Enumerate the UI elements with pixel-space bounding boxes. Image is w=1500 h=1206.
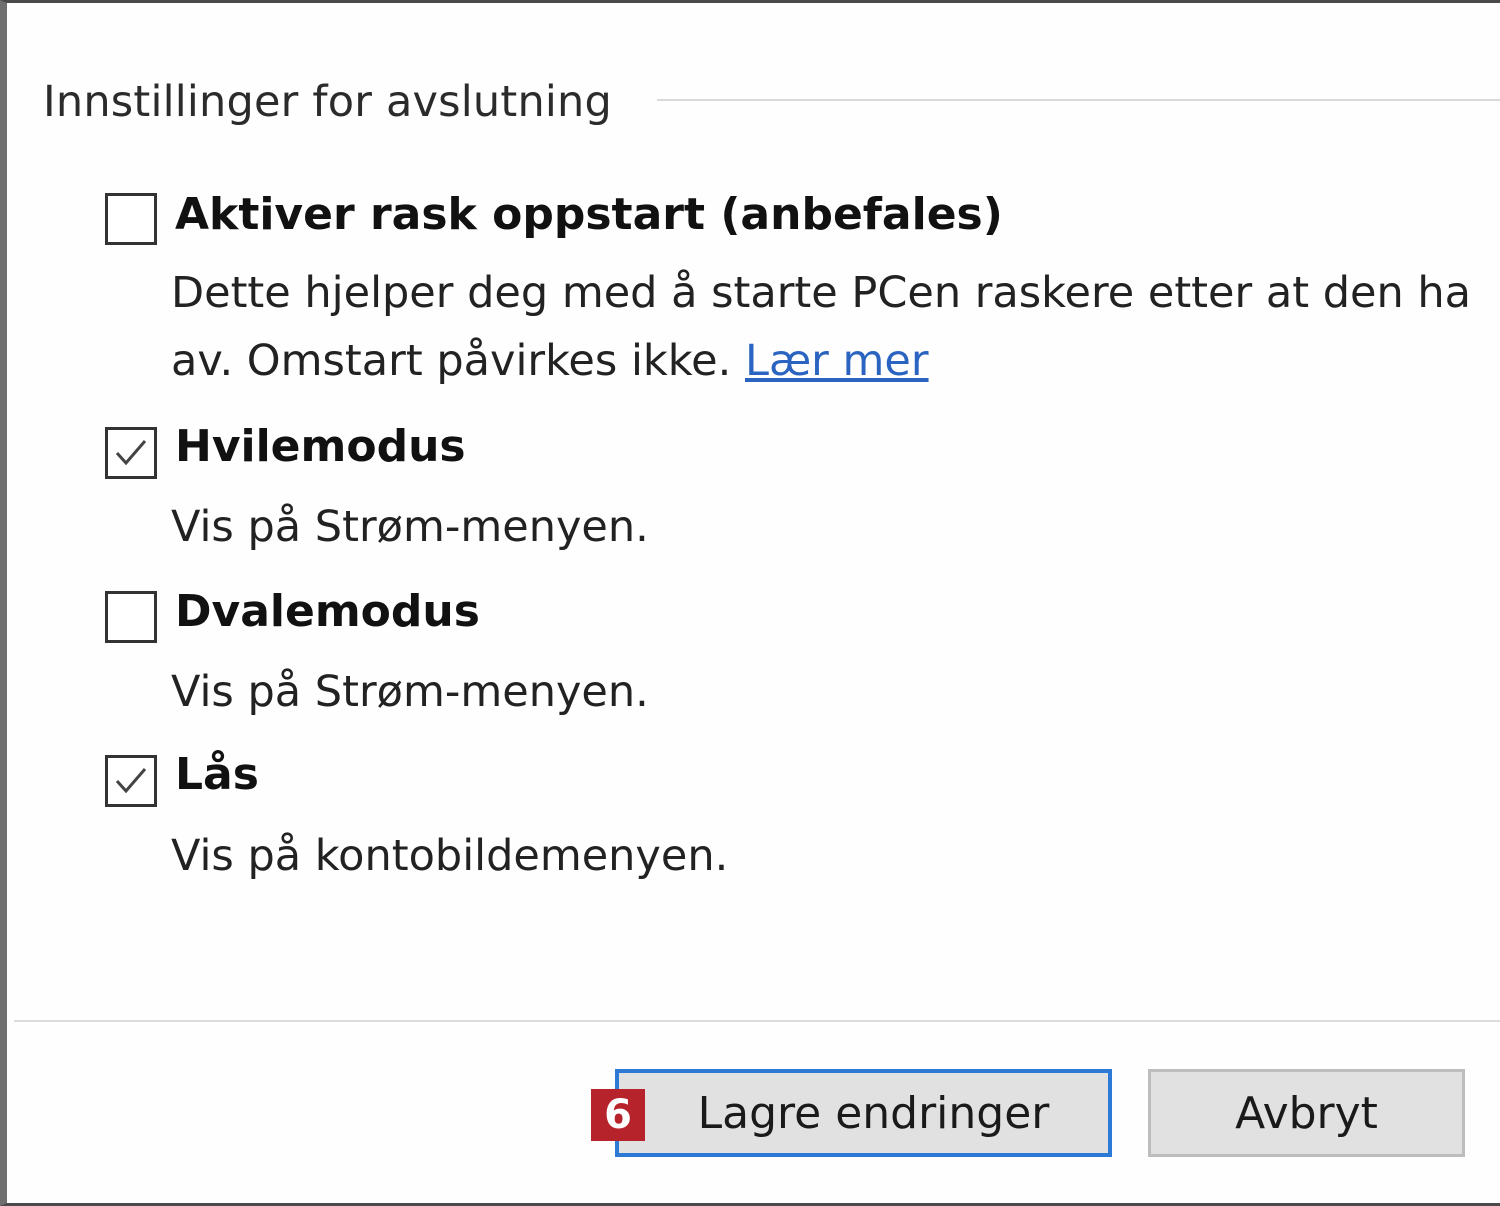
hibernate-label[interactable]: Dvalemodus bbox=[175, 586, 480, 637]
lock-description: Vis på kontobildemenyen. bbox=[171, 831, 729, 881]
fast-startup-description-line2: av. Omstart påvirkes ikke. Lær mer bbox=[171, 327, 929, 395]
section-title: Innstillinger for avslutning bbox=[43, 77, 612, 127]
sleep-checkbox[interactable] bbox=[105, 427, 157, 479]
fast-startup-description-text: av. Omstart påvirkes ikke. bbox=[171, 336, 732, 386]
lock-checkbox[interactable] bbox=[105, 755, 157, 807]
lock-label[interactable]: Lås bbox=[175, 749, 259, 800]
checkmark-icon bbox=[115, 768, 147, 794]
dialog-frame: Innstillinger for avslutning Aktiver ras… bbox=[0, 0, 1500, 1206]
step-number-badge: 6 bbox=[591, 1089, 645, 1141]
save-changes-button[interactable]: Lagre endringer bbox=[615, 1069, 1112, 1157]
fast-startup-label[interactable]: Aktiver rask oppstart (anbefales) bbox=[175, 189, 1003, 240]
fast-startup-description-line1: Dette hjelper deg med å starte PCen rask… bbox=[171, 268, 1471, 318]
section-divider bbox=[657, 99, 1500, 101]
hibernate-description: Vis på Strøm-menyen. bbox=[171, 667, 649, 717]
footer-divider bbox=[14, 1020, 1500, 1022]
learn-more-link[interactable]: Lær mer bbox=[745, 336, 929, 386]
hibernate-checkbox[interactable] bbox=[105, 591, 157, 643]
fast-startup-checkbox[interactable] bbox=[105, 193, 157, 245]
sleep-description: Vis på Strøm-menyen. bbox=[171, 502, 649, 552]
cancel-button[interactable]: Avbryt bbox=[1148, 1069, 1465, 1157]
sleep-label[interactable]: Hvilemodus bbox=[175, 421, 466, 472]
checkmark-icon bbox=[115, 440, 147, 466]
